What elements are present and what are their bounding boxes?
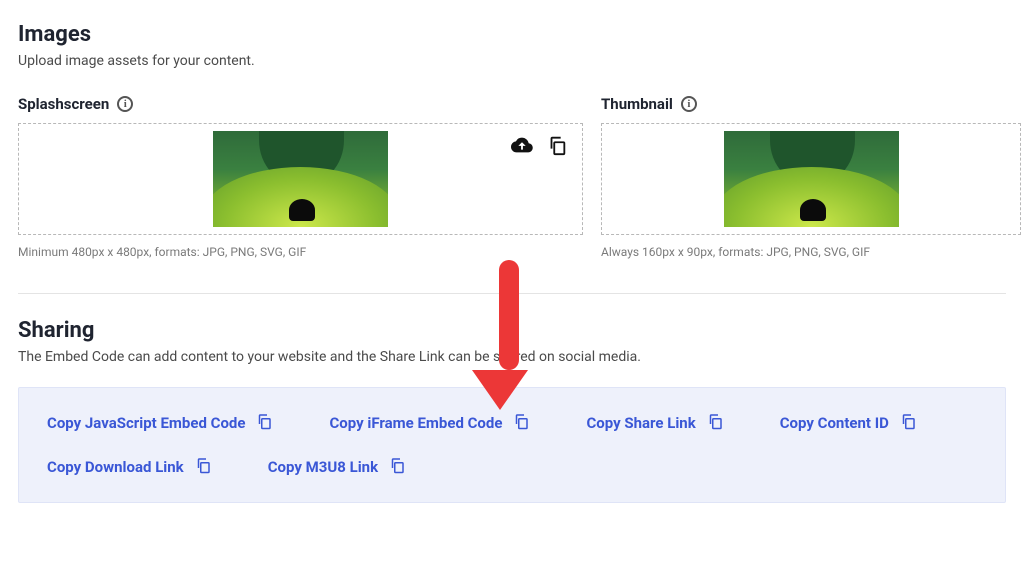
upload-icon[interactable] [510, 134, 534, 156]
copy-iframe-embed-button[interactable]: Copy iFrame Embed Code [329, 412, 530, 434]
thumbnail-dropzone[interactable] [601, 123, 1021, 235]
copy-icon [706, 412, 724, 434]
copy-share-link-label: Copy Share Link [586, 414, 695, 432]
splashscreen-helper: Minimum 480px x 480px, formats: JPG, PNG… [18, 245, 583, 259]
copy-icon [899, 412, 917, 434]
copy-content-id-label: Copy Content ID [780, 414, 889, 432]
thumbnail-label-row: Thumbnail i [601, 95, 1021, 113]
splashscreen-label-row: Splashscreen i [18, 95, 583, 113]
copy-share-link-button[interactable]: Copy Share Link [586, 412, 723, 434]
copy-download-link-button[interactable]: Copy Download Link [47, 456, 212, 478]
splashscreen-actions [510, 134, 568, 156]
thumbnail-helper: Always 160px x 90px, formats: JPG, PNG, … [601, 245, 1021, 259]
copy-icon[interactable] [546, 134, 568, 156]
images-heading: Images [18, 22, 1006, 47]
copy-js-embed-button[interactable]: Copy JavaScript Embed Code [47, 412, 273, 434]
thumbnail-label: Thumbnail [601, 95, 673, 113]
splashscreen-label: Splashscreen [18, 95, 109, 113]
copy-m3u8-link-label: Copy M3U8 Link [268, 458, 378, 476]
copy-icon [388, 456, 406, 478]
image-fields-row: Splashscreen i Minimum 480px x 480px, fo… [18, 95, 1006, 259]
copy-iframe-embed-label: Copy iFrame Embed Code [329, 414, 502, 432]
copy-m3u8-link-button[interactable]: Copy M3U8 Link [268, 456, 406, 478]
copy-js-embed-label: Copy JavaScript Embed Code [47, 414, 245, 432]
sharing-heading: Sharing [18, 318, 1006, 343]
copy-content-id-button[interactable]: Copy Content ID [780, 412, 917, 434]
splashscreen-field: Splashscreen i Minimum 480px x 480px, fo… [18, 95, 583, 259]
copy-icon [255, 412, 273, 434]
splashscreen-dropzone[interactable] [18, 123, 583, 235]
copy-icon [194, 456, 212, 478]
divider [18, 293, 1006, 294]
info-icon[interactable]: i [681, 96, 697, 112]
info-icon[interactable]: i [117, 96, 133, 112]
thumbnail-preview [724, 131, 899, 227]
sharing-subtext: The Embed Code can add content to your w… [18, 349, 1006, 365]
thumbnail-field: Thumbnail i Always 160px x 90px, formats… [601, 95, 1021, 259]
images-section: Images Upload image assets for your cont… [18, 22, 1006, 259]
copy-icon [512, 412, 530, 434]
copy-download-link-label: Copy Download Link [47, 458, 184, 476]
images-subtext: Upload image assets for your content. [18, 53, 1006, 69]
sharing-section: Sharing The Embed Code can add content t… [18, 318, 1006, 503]
sharing-links-box: Copy JavaScript Embed Code Copy iFrame E… [18, 387, 1006, 503]
splashscreen-preview [213, 131, 388, 227]
